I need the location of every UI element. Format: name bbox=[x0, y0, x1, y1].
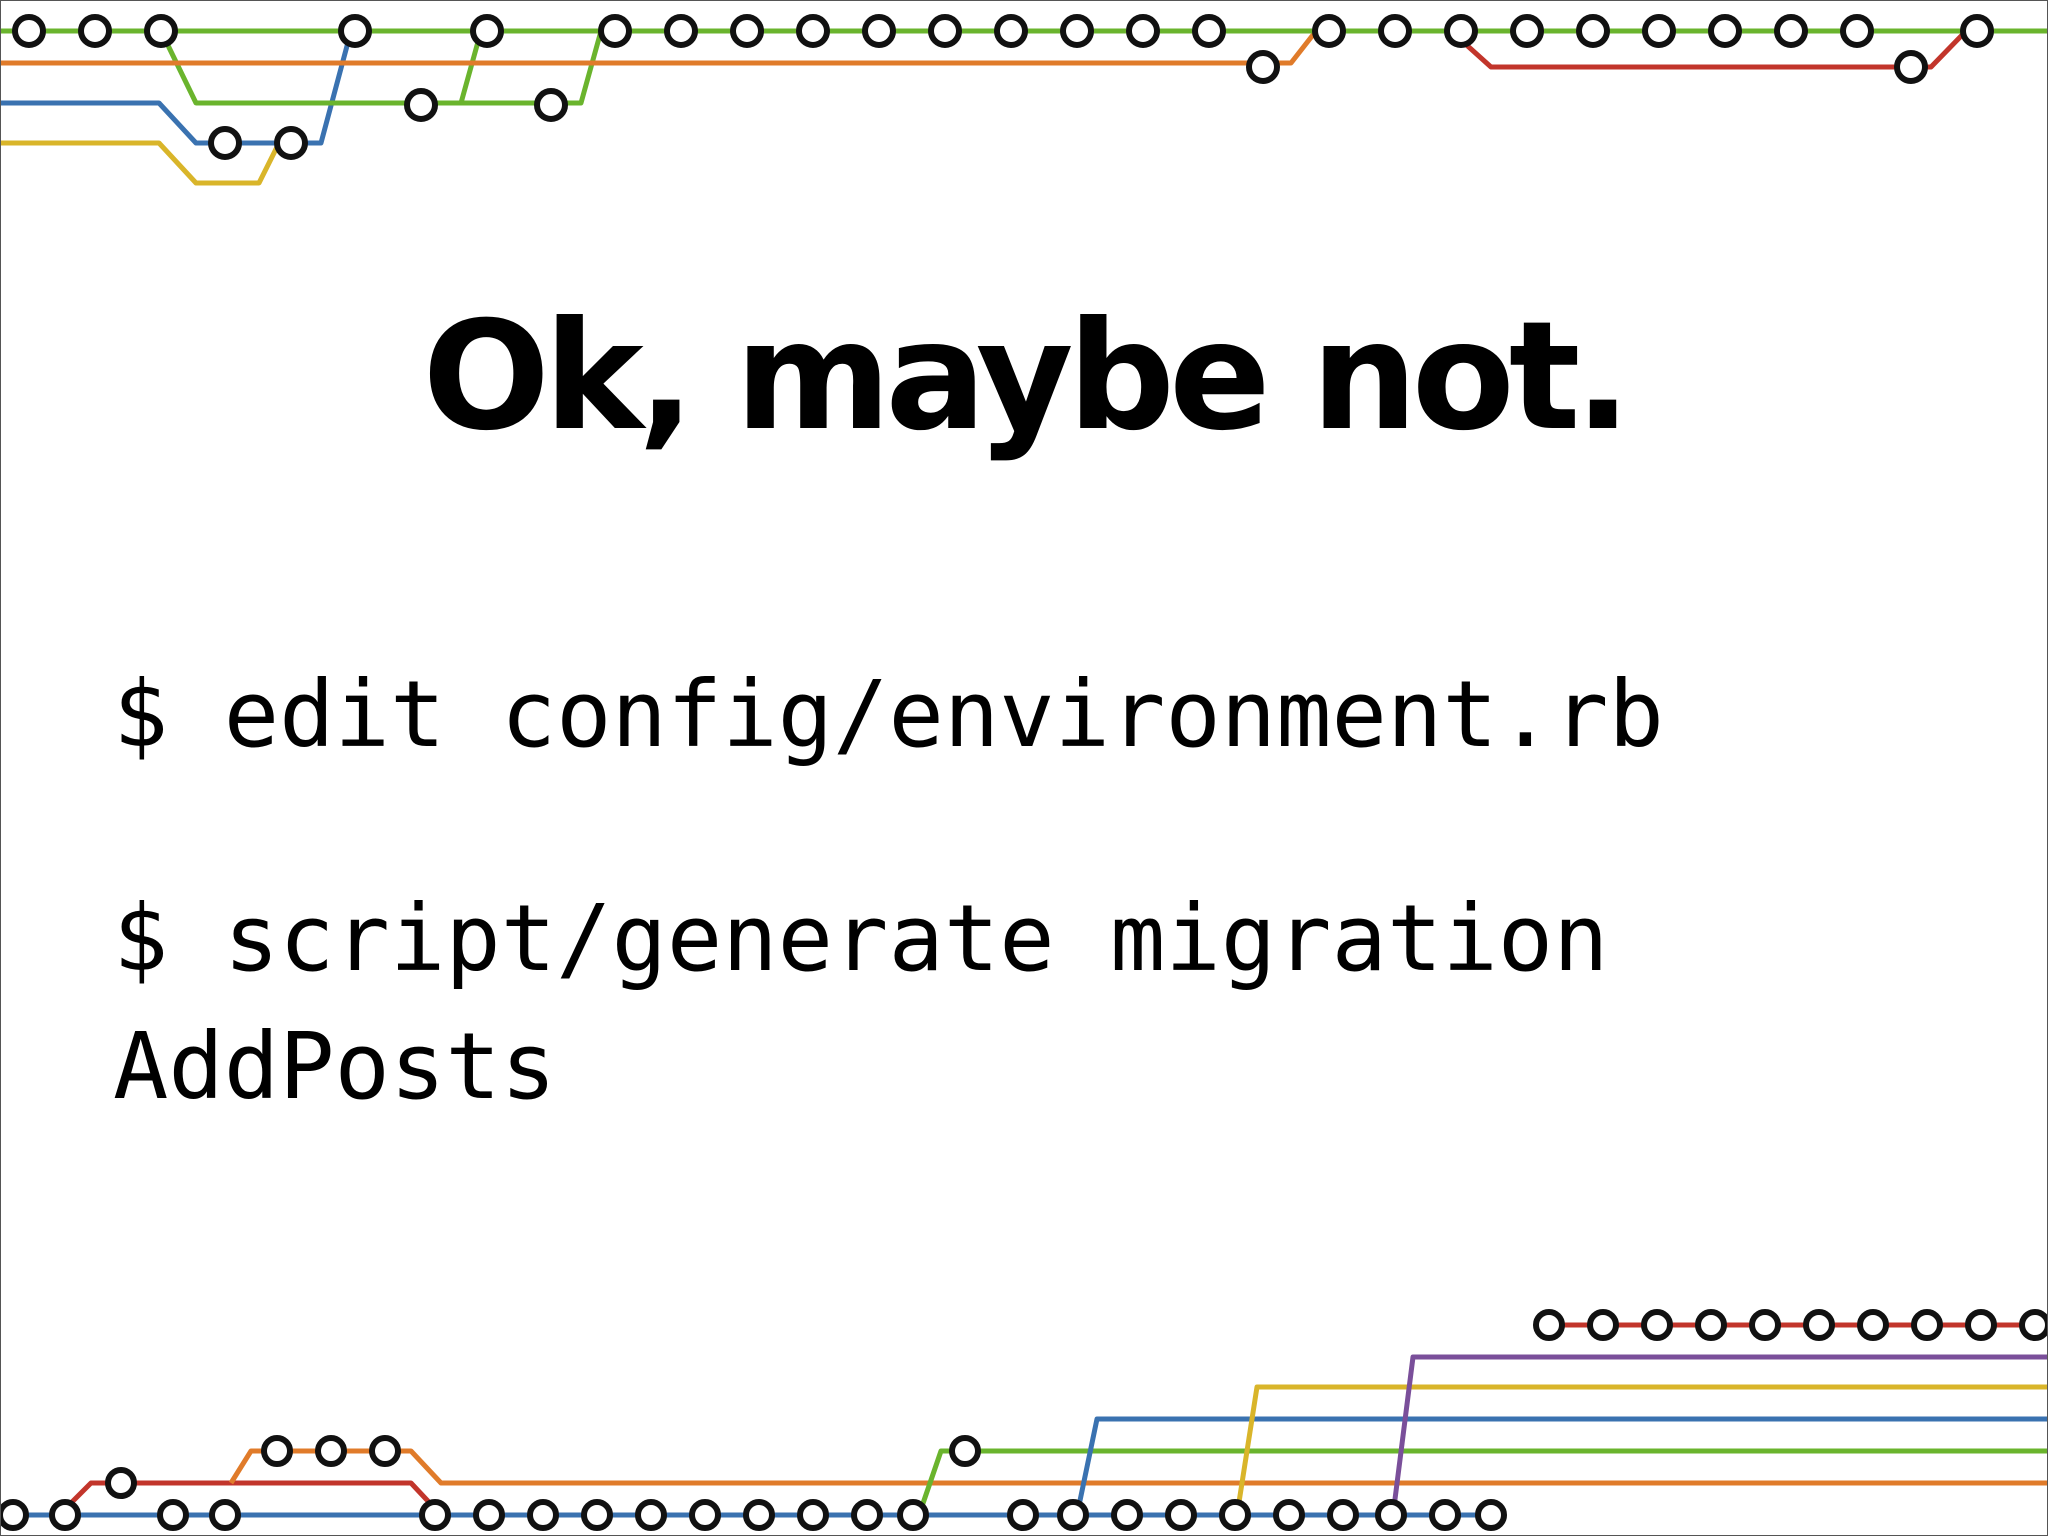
command-line-generate-migration: $ script/generate migration AddPosts bbox=[113, 885, 1609, 1120]
slide: Ok, maybe not. $ edit config/environment… bbox=[0, 0, 2048, 1536]
command-line-edit-config: $ edit config/environment.rb bbox=[113, 661, 1664, 768]
top-branch-graph-icon bbox=[1, 14, 2047, 186]
bottom-branch-graph-icon bbox=[1, 1309, 2047, 1531]
slide-title: Ok, maybe not. bbox=[422, 289, 1631, 464]
